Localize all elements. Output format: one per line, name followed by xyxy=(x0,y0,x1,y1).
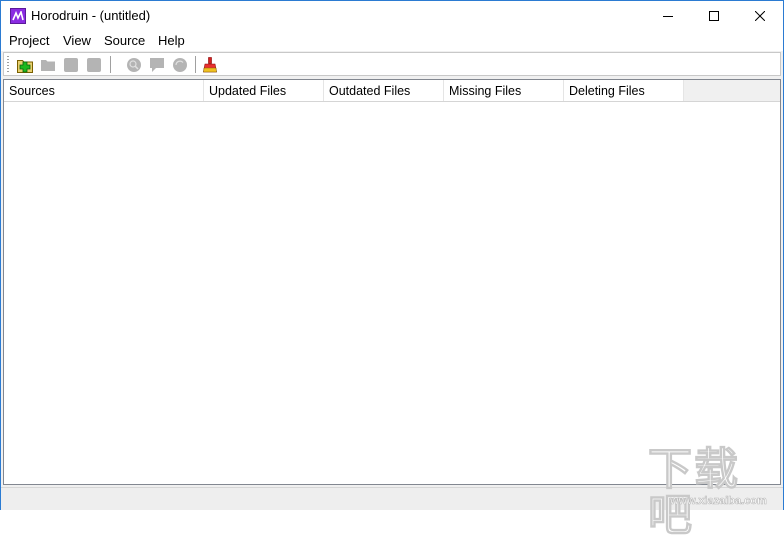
toolbar-separator xyxy=(195,56,196,73)
scan-button[interactable] xyxy=(125,56,143,74)
close-button[interactable] xyxy=(737,1,783,31)
open-folder-button[interactable] xyxy=(39,56,57,74)
sources-list-view[interactable]: Sources Updated Files Outdated Files Mis… xyxy=(3,79,781,485)
list-header-filler xyxy=(684,80,780,101)
clean-button[interactable] xyxy=(201,56,219,74)
scan-icon xyxy=(127,58,141,72)
save-as-icon xyxy=(87,58,101,72)
maximize-button[interactable] xyxy=(691,1,737,31)
column-header-sources[interactable]: Sources xyxy=(4,80,204,101)
save-as-button[interactable] xyxy=(85,56,103,74)
app-window: Horodruin - (untitled) Project View Sour… xyxy=(0,0,784,510)
refresh-button[interactable] xyxy=(171,56,189,74)
add-project-icon xyxy=(17,59,33,73)
menu-source[interactable]: Source xyxy=(102,33,147,48)
save-button[interactable] xyxy=(62,56,80,74)
menu-help[interactable]: Help xyxy=(156,33,187,48)
toolbar-grip-handle[interactable] xyxy=(7,56,9,73)
title-bar[interactable]: Horodruin - (untitled) xyxy=(1,1,783,31)
clean-brush-icon xyxy=(203,57,217,73)
list-header: Sources Updated Files Outdated Files Mis… xyxy=(4,80,780,102)
menu-project[interactable]: Project xyxy=(7,33,51,48)
comment-button[interactable] xyxy=(148,56,166,74)
open-folder-icon xyxy=(41,60,55,71)
minimize-icon xyxy=(663,16,673,17)
refresh-icon xyxy=(173,58,187,72)
column-header-deleting-files[interactable]: Deleting Files xyxy=(564,80,684,101)
comment-icon xyxy=(150,58,164,72)
column-header-missing-files[interactable]: Missing Files xyxy=(444,80,564,101)
window-title: Horodruin - (untitled) xyxy=(31,8,151,23)
menu-bar: Project View Source Help xyxy=(1,31,783,51)
maximize-icon xyxy=(709,11,719,21)
menu-view[interactable]: View xyxy=(61,33,93,48)
minimize-button[interactable] xyxy=(645,1,691,31)
close-icon xyxy=(755,11,765,21)
save-icon xyxy=(64,58,78,72)
column-header-outdated-files[interactable]: Outdated Files xyxy=(324,80,444,101)
toolbar xyxy=(3,52,781,76)
status-bar xyxy=(1,487,783,510)
add-project-button[interactable] xyxy=(16,56,34,74)
toolbar-separator xyxy=(110,56,111,73)
column-header-updated-files[interactable]: Updated Files xyxy=(204,80,324,101)
app-logo-icon xyxy=(10,8,26,24)
